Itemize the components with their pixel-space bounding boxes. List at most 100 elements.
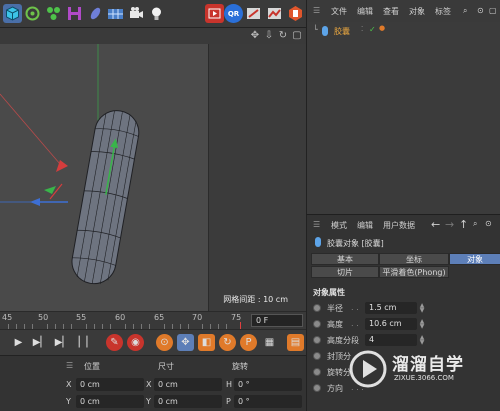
object-list: └ 胶囊 ⁚ ✓ ● [306, 22, 500, 214]
tab-phong[interactable]: 平滑着色(Phong) [379, 266, 449, 278]
height-segments-field[interactable]: 4 [365, 334, 417, 346]
radius-label: 半径 [327, 304, 343, 313]
tab-slice[interactable]: 切片 [311, 266, 379, 278]
position-x-label: X [66, 380, 72, 389]
menu-user-data[interactable]: 用户数据 [383, 220, 415, 231]
scene-icon[interactable] [106, 4, 125, 23]
keyframe-selection-icon[interactable]: ⊙ [156, 334, 173, 351]
rotate-view-icon[interactable]: ↻ [277, 30, 289, 42]
spline-icon[interactable] [86, 4, 105, 23]
forward-arrow-icon[interactable]: → [445, 218, 454, 231]
menu-icon[interactable]: ☰ [66, 361, 73, 370]
keyframe-dot-icon[interactable] [313, 352, 321, 360]
timeline-tick-label: 45 [2, 313, 13, 322]
menu-icon[interactable]: ☰ [313, 220, 320, 229]
camera-icon[interactable] [127, 4, 146, 23]
size-x-label: X [146, 380, 152, 389]
menu-edit[interactable]: 编辑 [357, 220, 373, 231]
go-to-end-icon[interactable]: ▏▏ [78, 334, 95, 351]
deformer-icon[interactable] [65, 4, 84, 23]
rotation-p-field[interactable]: 0 ° [234, 395, 302, 408]
axis-gizmo [30, 160, 68, 206]
panel-lock-icon[interactable]: ⊙ [485, 219, 492, 228]
picture-viewer-icon[interactable] [265, 4, 284, 23]
menu-edit[interactable]: 编辑 [357, 6, 373, 17]
keyframe-dot-icon[interactable] [313, 336, 321, 344]
playback-controls: ▶ ▶▏ ▶▏ ▏▏ ✎ ◉ ⊙ ✥ ◧ ↻ P ▦ ▤ [0, 329, 306, 355]
size-y-field[interactable]: 0 cm [154, 395, 222, 408]
phong-tag-icon[interactable]: ● [379, 24, 385, 32]
menu-tags[interactable]: 标签 [435, 6, 451, 17]
radius-field[interactable]: 1.5 cm [365, 302, 417, 314]
keyframe-dot-icon[interactable] [313, 304, 321, 312]
rotation-h-field[interactable]: 0 ° [234, 378, 302, 391]
cube-icon[interactable] [3, 4, 22, 23]
autokey-icon[interactable]: ◉ [127, 334, 144, 351]
keyframe-dot-icon[interactable] [313, 384, 321, 392]
enabled-check-icon[interactable]: ✓ [369, 25, 376, 34]
menu-mode[interactable]: 模式 [331, 220, 347, 231]
qr-icon[interactable]: QR [224, 4, 243, 23]
rotation-h-label: H [226, 380, 233, 389]
position-x-field[interactable]: 0 cm [76, 378, 144, 391]
timeline-tick-label: 50 [38, 313, 49, 322]
timeline-tick-label: 75 [231, 313, 242, 322]
height-field[interactable]: 10.6 cm [365, 318, 417, 330]
hair-icon[interactable] [44, 4, 63, 23]
menu-objects[interactable]: 对象 [409, 6, 425, 17]
keyframe-dot-icon[interactable] [313, 320, 321, 328]
step-forward-icon[interactable]: ▶▏ [32, 334, 49, 351]
3d-viewport[interactable]: 网格间距 : 10 cm [0, 44, 306, 311]
scene-canvas [0, 44, 140, 285]
pla-key-icon[interactable]: ▦ [261, 334, 278, 351]
search-icon[interactable]: ⌕ [473, 219, 477, 229]
record-active-icon[interactable]: ✎ [106, 334, 123, 351]
menu-file[interactable]: 文件 [331, 6, 347, 17]
world-x-axis-line [0, 93, 61, 165]
position-y-field[interactable]: 0 cm [76, 395, 144, 408]
viewport-header: ✥ ⇩ ↻ ▢ [0, 28, 306, 44]
back-arrow-icon[interactable]: ← [431, 218, 440, 231]
tab-coord[interactable]: 坐标 [379, 253, 449, 265]
maximize-view-icon[interactable]: ▢ [291, 30, 303, 42]
play-icon[interactable]: ▶ [10, 334, 27, 351]
object-row[interactable]: └ 胶囊 ⁚ ✓ ● [307, 24, 500, 37]
bodypaint-icon[interactable] [286, 4, 305, 23]
rotation-key-icon[interactable]: ↻ [219, 334, 236, 351]
search-icon[interactable]: ⌕ [463, 6, 467, 16]
timeline-ruler[interactable]: 45 50 55 60 65 70 75 0 F [0, 311, 306, 329]
rotation-p-label: P [226, 397, 231, 406]
position-key-icon[interactable]: ✥ [177, 334, 194, 351]
tab-basic[interactable]: 基本 [311, 253, 379, 265]
keyframe-dot-icon[interactable] [313, 368, 321, 376]
timeline-tick-label: 65 [154, 313, 165, 322]
layer-dots-icon[interactable]: ⁚ [361, 25, 363, 33]
timeline-tick-label: 70 [192, 313, 203, 322]
scheme-icon[interactable]: ▤ [287, 334, 304, 351]
section-title: 对象属性 [313, 288, 345, 297]
panel-lock-icon[interactable]: ⊙ [477, 6, 484, 15]
height-stepper[interactable]: ▲ ▼ [418, 319, 426, 330]
panel-maximize-icon[interactable]: ▢ [489, 6, 497, 15]
parameter-key-icon[interactable]: P [240, 334, 257, 351]
object-manager-menu: ☰ 文件 编辑 查看 对象 标签 ⌕ ⊙ ▢ [306, 0, 500, 22]
height-segments-label: 高度分段 [327, 336, 359, 345]
height-segments-stepper[interactable]: ▲ ▼ [418, 335, 426, 346]
scale-key-icon[interactable]: ◧ [198, 334, 215, 351]
watermark-url: ZIXUE.3066.COM [394, 374, 454, 382]
step-forward-icon[interactable]: ▶▏ [54, 334, 71, 351]
move-view-icon[interactable]: ✥ [249, 30, 261, 42]
size-x-field[interactable]: 0 cm [154, 378, 222, 391]
menu-view[interactable]: 查看 [383, 6, 399, 17]
generator-icon[interactable] [23, 4, 42, 23]
tab-object[interactable]: 对象 [449, 253, 500, 265]
light-icon[interactable] [147, 4, 166, 23]
menu-icon[interactable]: ☰ [313, 6, 320, 15]
up-arrow-icon[interactable]: ↑ [459, 218, 468, 231]
radius-stepper[interactable]: ▲ ▼ [418, 303, 426, 314]
render-view-icon[interactable] [205, 4, 224, 23]
zoom-view-icon[interactable]: ⇩ [263, 30, 275, 42]
current-frame-field[interactable]: 0 F [251, 314, 303, 327]
render-settings-icon[interactable] [244, 4, 263, 23]
object-name[interactable]: 胶囊 [334, 26, 350, 37]
